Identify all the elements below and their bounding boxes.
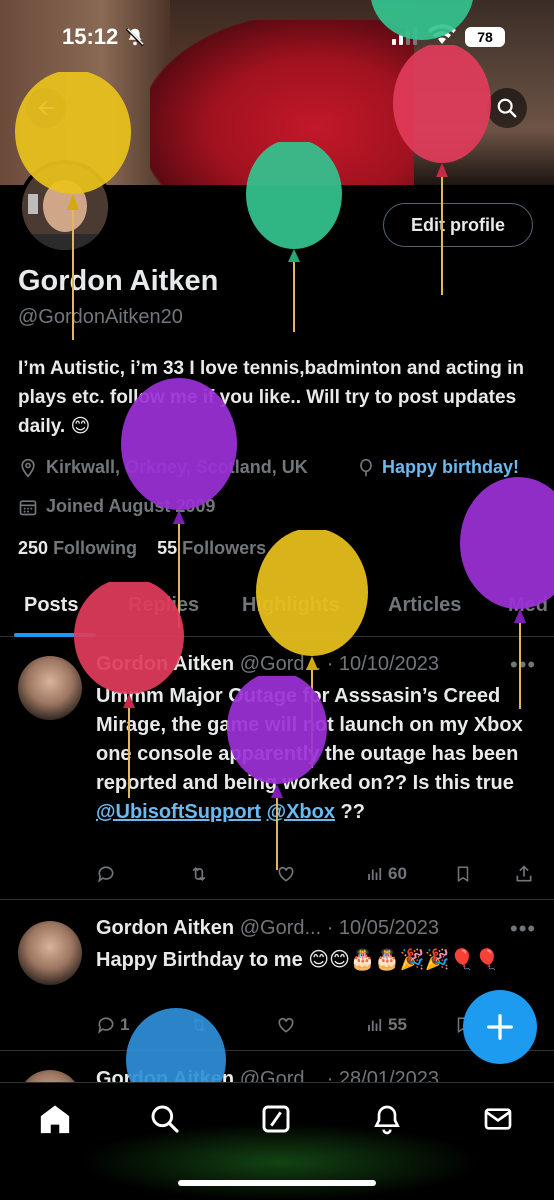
reply-icon bbox=[98, 866, 114, 883]
post-text: Ummm Major Outage for Asssasin’s Creed M… bbox=[96, 685, 523, 794]
post-avatar[interactable] bbox=[18, 656, 82, 720]
reply-icon bbox=[98, 1017, 114, 1034]
post-header: Gordon Aitken @Gord... · 10/05/2023 bbox=[96, 917, 439, 940]
active-tab-indicator bbox=[14, 633, 96, 637]
search-icon bbox=[497, 98, 517, 118]
repost-icon bbox=[192, 866, 206, 882]
bookmark-button[interactable] bbox=[454, 864, 472, 884]
following-link[interactable]: 250 Following bbox=[18, 538, 137, 558]
arrow-left-icon bbox=[38, 100, 54, 116]
search-icon bbox=[151, 1105, 179, 1133]
profile-birthday[interactable]: Happy birthday! bbox=[356, 457, 519, 478]
post-avatar[interactable] bbox=[18, 921, 82, 985]
wifi-icon bbox=[428, 24, 456, 51]
followers-label: Followers bbox=[182, 538, 267, 558]
heart-icon bbox=[278, 1017, 294, 1033]
more-options-icon[interactable]: ••• bbox=[510, 652, 536, 678]
views-count: 60 bbox=[388, 864, 407, 883]
post-author-name[interactable]: Gordon Aitken bbox=[96, 917, 234, 939]
heart-icon bbox=[278, 866, 294, 882]
home-indicator bbox=[178, 1180, 376, 1186]
bell-icon bbox=[374, 1105, 400, 1135]
share-icon bbox=[516, 865, 532, 882]
nav-messages[interactable] bbox=[478, 1099, 518, 1139]
search-button[interactable] bbox=[487, 88, 527, 128]
profile-location: Kirkwall, Orkney, Scotland, UK bbox=[18, 457, 308, 478]
bell-mute-icon bbox=[124, 26, 146, 48]
followers-link[interactable]: 55 Followers bbox=[157, 538, 266, 558]
avatar-face bbox=[22, 164, 108, 250]
profile-name: Gordon Aitken bbox=[18, 265, 219, 297]
tab-articles[interactable]: Articles bbox=[388, 594, 461, 617]
edit-profile-button[interactable]: Edit profile bbox=[383, 203, 533, 247]
reply-button[interactable]: 1 bbox=[96, 1015, 129, 1035]
compose-post-button[interactable] bbox=[463, 990, 537, 1064]
follow-stats: 250 Following 55 Followers bbox=[18, 538, 266, 559]
like-button[interactable] bbox=[276, 864, 296, 884]
mail-icon bbox=[484, 1108, 512, 1130]
post-actions: 60 bbox=[96, 864, 536, 888]
repost-button[interactable] bbox=[188, 864, 210, 884]
location-text: Kirkwall, Orkney, Scotland, UK bbox=[46, 457, 308, 477]
post-author-handle: @Gord... bbox=[239, 653, 322, 675]
repost-icon bbox=[192, 1017, 206, 1033]
post-header: Gordon Aitken @Gord... · 10/10/2023 bbox=[96, 653, 439, 676]
followers-count: 55 bbox=[157, 538, 178, 558]
following-label: Following bbox=[53, 538, 138, 558]
nav-grok[interactable] bbox=[256, 1099, 296, 1139]
nav-notifications[interactable] bbox=[367, 1099, 407, 1139]
nav-explore[interactable] bbox=[145, 1099, 185, 1139]
post-body: Happy Birthday to me 😊😊🎂🎂🎉🎉🎈🎈 bbox=[96, 946, 526, 975]
post-date: · 10/05/2023 bbox=[326, 917, 440, 939]
views-button[interactable]: 60 bbox=[366, 864, 407, 884]
profile-avatar[interactable] bbox=[18, 160, 112, 254]
birthday-text[interactable]: Happy birthday! bbox=[382, 457, 519, 478]
profile-handle: @GordonAitken20 bbox=[18, 306, 183, 328]
status-time: 15:12 bbox=[62, 24, 119, 49]
joined-text: Joined August 2009 bbox=[46, 496, 216, 516]
tab-highlights[interactable]: Highlights bbox=[242, 594, 340, 617]
reply-count: 1 bbox=[120, 1015, 130, 1034]
mention-link[interactable]: @Xbox bbox=[267, 801, 335, 823]
share-button[interactable] bbox=[514, 864, 534, 884]
calendar-icon bbox=[18, 497, 38, 517]
more-options-icon[interactable]: ••• bbox=[510, 916, 536, 942]
post-item[interactable]: Gordon Aitken @Gord... · 10/10/2023 ••• … bbox=[0, 638, 554, 900]
back-button[interactable] bbox=[26, 88, 66, 128]
reply-button[interactable] bbox=[96, 864, 116, 884]
views-chart-icon bbox=[368, 1019, 382, 1031]
mention-link[interactable]: @UbisoftSupport bbox=[96, 801, 261, 823]
location-pin-icon bbox=[18, 458, 38, 478]
profile-tabs: Posts Replies Highlights Articles Med bbox=[0, 582, 554, 637]
repost-button[interactable] bbox=[188, 1015, 210, 1035]
post-text: Happy Birthday to me 😊😊🎂🎂🎉🎉🎈🎈 bbox=[96, 949, 500, 971]
post-body: Ummm Major Outage for Asssasin’s Creed M… bbox=[96, 682, 536, 827]
battery-indicator: 78 bbox=[465, 27, 505, 47]
balloon-icon bbox=[356, 458, 376, 478]
following-count: 250 bbox=[18, 538, 49, 558]
home-icon bbox=[40, 1105, 70, 1134]
tab-posts[interactable]: Posts bbox=[24, 594, 78, 617]
post-text-suffix: ?? bbox=[335, 801, 365, 823]
profile-bio: I’m Autistic, i’m 33 I love tennis,badmi… bbox=[18, 358, 525, 437]
status-bar: 15:12 78 bbox=[0, 0, 554, 70]
like-button[interactable] bbox=[276, 1015, 296, 1035]
nav-home[interactable] bbox=[35, 1099, 75, 1139]
cellular-signal-icon bbox=[392, 27, 418, 50]
views-button[interactable]: 55 bbox=[366, 1015, 407, 1035]
post-author-handle: @Gord... bbox=[239, 917, 322, 939]
views-count: 55 bbox=[388, 1015, 407, 1034]
tab-media[interactable]: Med bbox=[508, 594, 548, 617]
bookmark-icon bbox=[457, 866, 469, 883]
post-date: · 10/10/2023 bbox=[326, 653, 440, 675]
profile-joined: Joined August 2009 bbox=[18, 496, 215, 517]
views-chart-icon bbox=[368, 868, 382, 880]
tab-replies[interactable]: Replies bbox=[128, 594, 199, 617]
grok-slash-icon bbox=[262, 1105, 290, 1133]
plus-icon bbox=[487, 1014, 513, 1040]
post-author-name[interactable]: Gordon Aitken bbox=[96, 653, 234, 675]
